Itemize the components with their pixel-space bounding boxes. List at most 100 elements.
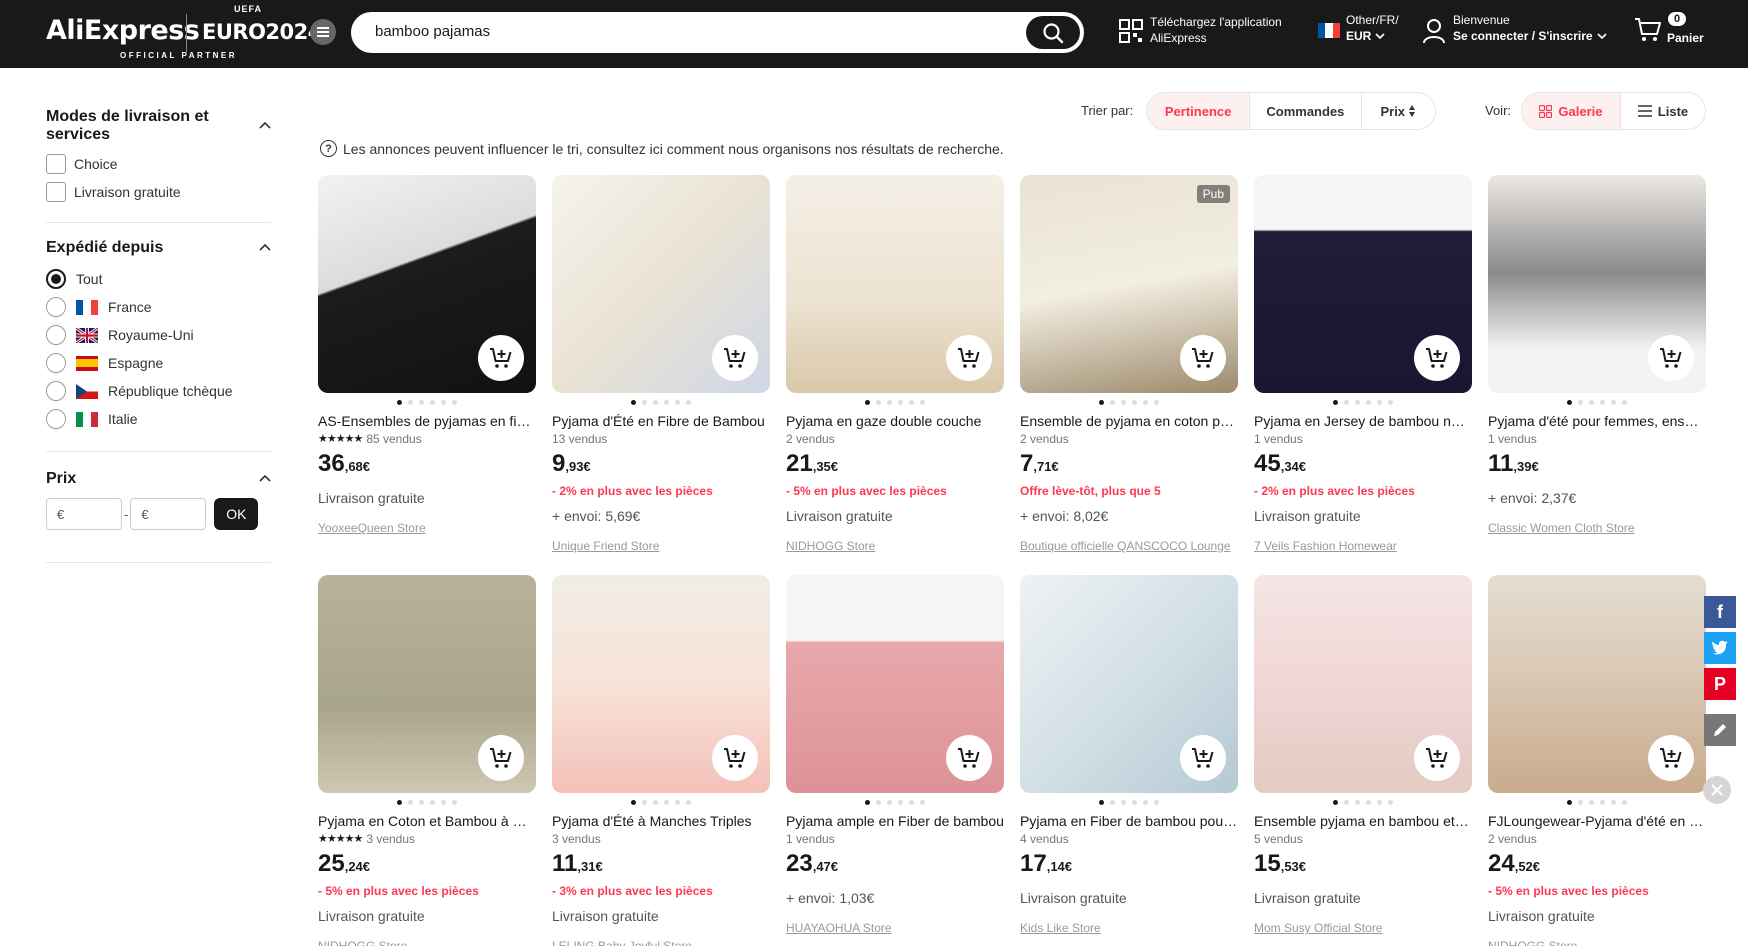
product-image[interactable] [1020, 575, 1238, 793]
ads-notice[interactable]: ? Les annonces peuvent influencer le tri… [320, 140, 1004, 157]
product-card[interactable]: Pyjama ample en Fiber de bambou 1 vendus 2… [786, 575, 1004, 936]
sort-relevance[interactable]: Pertinence [1147, 93, 1251, 129]
product-card[interactable]: Pub Ensemble de pyjama en coton pour femm… [1020, 175, 1238, 554]
image-carousel-dots[interactable] [318, 795, 536, 809]
store-link[interactable]: NIDHOGG Store [1488, 938, 1706, 946]
image-carousel-dots[interactable] [1488, 395, 1706, 409]
product-card[interactable]: AS-Ensembles de pyjamas en fibre de bamb… [318, 175, 536, 536]
cart-icon[interactable] [1634, 17, 1662, 43]
product-image[interactable] [786, 175, 1004, 393]
radio[interactable] [46, 297, 66, 317]
product-title[interactable]: Ensemble de pyjama en coton pour femmes [1020, 411, 1238, 431]
product-image[interactable] [318, 575, 536, 793]
aliexpress-logo[interactable]: AliExpress [46, 15, 200, 46]
region-currency-selector[interactable]: Other/FR/ EUR [1346, 12, 1399, 44]
ship-from-uk[interactable]: Royaume-Uni [46, 321, 271, 349]
user-icon[interactable] [1422, 18, 1446, 44]
checkbox[interactable] [46, 154, 66, 174]
price-ok-button[interactable]: OK [214, 498, 259, 530]
product-title[interactable]: Pyjama en gaze double couche [786, 411, 1004, 431]
product-card[interactable]: Pyjama d'Été à Manches Triples 3 vendus 11… [552, 575, 770, 946]
radio[interactable] [46, 353, 66, 373]
radio-selected[interactable] [46, 269, 66, 289]
image-carousel-dots[interactable] [1488, 795, 1706, 809]
delivery-filter-header[interactable]: Modes de livraison et services [46, 108, 271, 144]
product-card[interactable]: Ensemble pyjama en bambou et coton 5 vend… [1254, 575, 1472, 936]
product-image[interactable] [1488, 575, 1706, 793]
close-social-icon[interactable] [1703, 776, 1731, 804]
product-card[interactable]: Pyjama en gaze double couche 2 vendus 21,3… [786, 175, 1004, 554]
pencil-icon[interactable] [1704, 714, 1736, 746]
filter-choice[interactable]: Choice [46, 150, 271, 178]
qr-code-icon[interactable] [1119, 19, 1143, 43]
sort-orders[interactable]: Commandes [1250, 93, 1362, 129]
product-image[interactable] [1488, 175, 1706, 393]
ship-from-all[interactable]: Tout [46, 265, 271, 293]
product-card[interactable]: Pyjama d'Été en Fibre de Bambou 13 vendus… [552, 175, 770, 554]
add-to-cart-button[interactable] [478, 335, 524, 381]
search-button[interactable] [1026, 16, 1080, 49]
store-link[interactable]: HUAYAOHUA Store [786, 920, 1004, 936]
product-title[interactable]: Pyjama d'Été en Fibre de Bambou [552, 411, 770, 431]
facebook-share-icon[interactable]: f [1704, 596, 1736, 628]
image-carousel-dots[interactable] [552, 795, 770, 809]
product-card[interactable]: Pyjama en Fiber de bambou pour enfants4 … [1020, 575, 1238, 936]
twitter-share-icon[interactable] [1704, 632, 1736, 664]
radio[interactable] [46, 409, 66, 429]
ship-from-filter-header[interactable]: Expédié depuis [46, 239, 271, 257]
view-list[interactable]: Liste [1621, 93, 1705, 129]
cart-label[interactable]: Panier [1667, 30, 1704, 46]
product-title[interactable]: AS-Ensembles de pyjamas en fibre de bamb… [318, 411, 536, 431]
price-filter-header[interactable]: Prix [46, 470, 271, 488]
add-to-cart-button[interactable] [1414, 335, 1460, 381]
account-signin-link[interactable]: Bienvenue Se connecter / S'inscrire [1453, 12, 1607, 44]
add-to-cart-button[interactable] [946, 735, 992, 781]
add-to-cart-button[interactable] [946, 335, 992, 381]
image-carousel-dots[interactable] [1254, 395, 1472, 409]
add-to-cart-button[interactable] [1180, 335, 1226, 381]
image-carousel-dots[interactable] [1254, 795, 1472, 809]
store-link[interactable]: Unique Friend Store [552, 538, 770, 554]
image-carousel-dots[interactable] [786, 795, 1004, 809]
store-link[interactable]: YooxeeQueen Store [318, 520, 536, 536]
sort-price[interactable]: Prix [1362, 93, 1435, 129]
store-link[interactable]: 7 Veils Fashion Homewear [1254, 538, 1472, 554]
ship-from-italy[interactable]: Italie [46, 405, 271, 433]
store-link[interactable]: Mom Susy Official Store [1254, 920, 1472, 936]
checkbox[interactable] [46, 182, 66, 202]
image-carousel-dots[interactable] [552, 395, 770, 409]
pinterest-share-icon[interactable]: P [1704, 668, 1736, 700]
product-title[interactable]: Pyjama d'été pour femmes, ensemble [1488, 411, 1706, 431]
price-max-input[interactable]: € [130, 498, 207, 530]
product-card[interactable]: Pyjama d'été pour femmes, ensemble 1 vend… [1488, 175, 1706, 536]
ship-from-france[interactable]: France [46, 293, 271, 321]
add-to-cart-button[interactable] [712, 735, 758, 781]
store-link[interactable]: NIDHOGG Store [318, 938, 536, 946]
product-title[interactable]: Pyjama en Jersey de bambou naturel [1254, 411, 1472, 431]
add-to-cart-button[interactable] [1648, 735, 1694, 781]
product-title[interactable]: Pyjama en Coton et Bambou à Manches [318, 811, 536, 831]
product-image[interactable] [786, 575, 1004, 793]
product-image[interactable] [1254, 175, 1472, 393]
category-menu-button[interactable] [310, 19, 336, 45]
image-carousel-dots[interactable] [786, 395, 1004, 409]
image-carousel-dots[interactable] [318, 395, 536, 409]
image-carousel-dots[interactable] [1020, 795, 1238, 809]
product-image[interactable] [552, 575, 770, 793]
store-link[interactable]: Classic Women Cloth Store [1488, 520, 1706, 536]
store-link[interactable]: Boutique officielle QANSCOCO Lounge [1020, 538, 1238, 554]
product-card[interactable]: Pyjama en Coton et Bambou à Manches★★★★★… [318, 575, 536, 946]
image-carousel-dots[interactable] [1020, 395, 1238, 409]
product-title[interactable]: Ensemble pyjama en bambou et coton [1254, 811, 1472, 831]
download-app-link[interactable]: Téléchargez l'application AliExpress [1150, 14, 1282, 46]
product-card[interactable]: Pyjama en Jersey de bambou naturel 1 vend… [1254, 175, 1472, 554]
add-to-cart-button[interactable] [1180, 735, 1226, 781]
product-card[interactable]: FJLoungewear-Pyjama d'été en bambou2 ven… [1488, 575, 1706, 946]
search-input[interactable] [375, 23, 975, 40]
ship-from-spain[interactable]: Espagne [46, 349, 271, 377]
price-min-input[interactable]: € [46, 498, 122, 530]
add-to-cart-button[interactable] [712, 335, 758, 381]
view-gallery[interactable]: Galerie [1522, 93, 1621, 129]
product-image[interactable] [318, 175, 536, 393]
filter-free-shipping[interactable]: Livraison gratuite [46, 178, 271, 206]
